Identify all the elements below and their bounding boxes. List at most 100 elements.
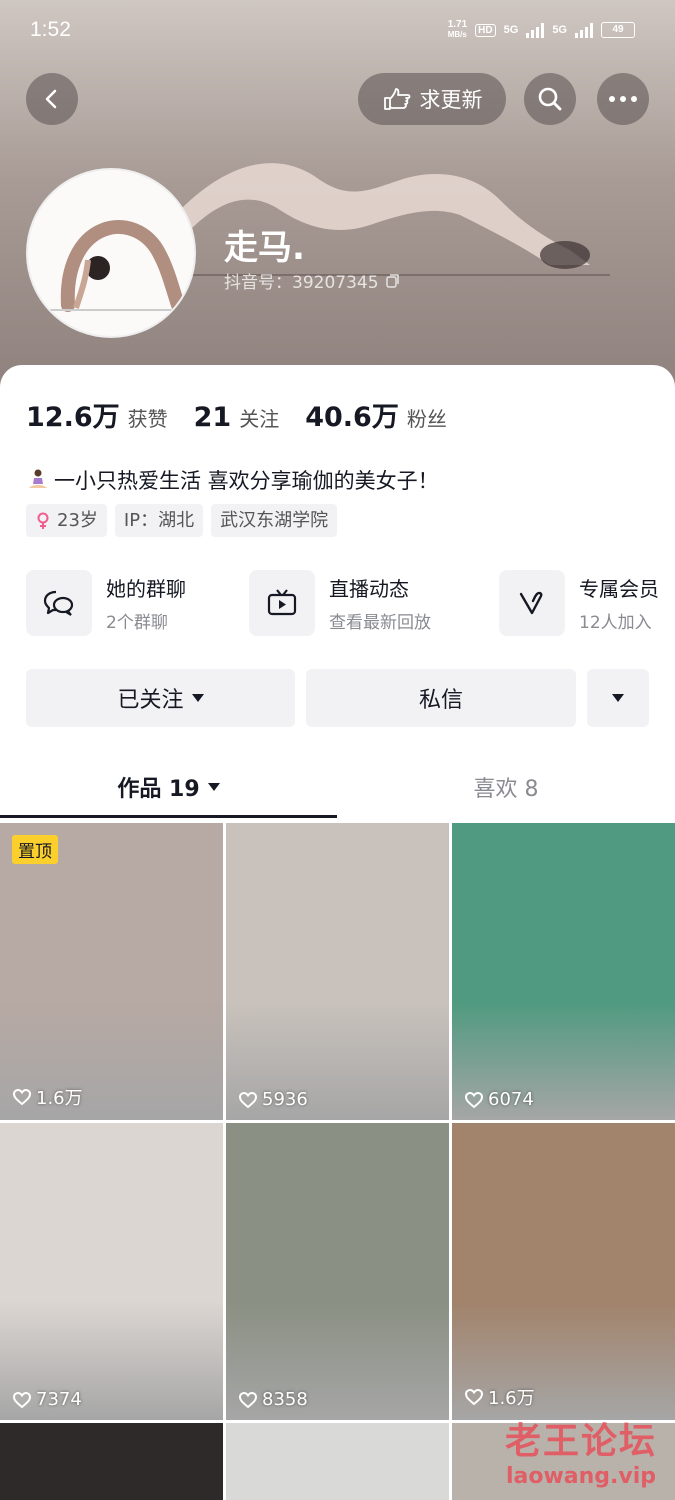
feature-icon-box <box>26 570 92 636</box>
stat-label: 粉丝 <box>406 407 447 431</box>
feature-subtitle: 2个群聊 <box>106 613 168 633</box>
douyin-id[interactable]: 抖音号：39207345 <box>224 268 401 293</box>
video-thumbnail[interactable]: 7374 <box>0 1123 223 1420</box>
status-icons: 1.71 MB/s HD 5G 5G 49 <box>448 20 635 40</box>
message-button[interactable]: 私信 <box>306 669 576 727</box>
network-type-1: 5G <box>503 24 519 36</box>
more-button[interactable] <box>597 73 649 125</box>
video-thumbnail[interactable] <box>0 1423 223 1500</box>
tab-works-label: 作品 19 <box>117 777 200 802</box>
hd-icon: HD <box>475 23 496 37</box>
female-icon <box>37 512 49 529</box>
profile-tags: 23岁 IP：湖北 武汉东湖学院 <box>26 504 338 537</box>
network-speed-value: 1.71 <box>447 19 468 30</box>
video-likes: 8358 <box>238 1389 308 1410</box>
tv-play-icon <box>267 589 297 616</box>
douyin-id-text: 抖音号：39207345 <box>224 273 379 293</box>
caret-down-icon <box>191 694 204 702</box>
stat-number: 21 <box>193 402 232 433</box>
feature-row: 她的群聊 2个群聊 直播动态 查看最新回放 专属会员 12人加入 <box>26 570 675 640</box>
profile-header: 1:52 1.71 MB/s HD 5G 5G 49 求更新 走马. 抖音号：3… <box>0 0 675 400</box>
stat-number: 40.6万 <box>305 402 399 433</box>
request-update-button[interactable]: 求更新 <box>358 73 506 125</box>
copy-icon[interactable] <box>385 273 401 289</box>
more-dots-icon <box>609 96 637 102</box>
likes-count: 6074 <box>488 1089 534 1110</box>
likes-count: 1.6万 <box>488 1388 535 1409</box>
search-button[interactable] <box>524 73 576 125</box>
group-chat-entry[interactable]: 她的群聊 2个群聊 <box>26 570 186 636</box>
heart-icon <box>464 1388 484 1406</box>
heart-icon <box>12 1391 32 1408</box>
bio: 一小只热爱生活 喜欢分享瑜伽的美女子！ <box>26 465 439 495</box>
more-actions-button[interactable] <box>587 669 649 727</box>
video-likes: 7374 <box>12 1389 82 1410</box>
feature-title: 专属会员 <box>579 577 659 601</box>
likes-count: 8358 <box>262 1389 308 1410</box>
likes-count: 5936 <box>262 1089 308 1110</box>
stat-likes[interactable]: 12.6万 获赞 <box>26 395 168 434</box>
tab-indicator <box>0 815 337 818</box>
video-likes: 1.6万 <box>464 1384 535 1410</box>
feature-subtitle: 查看最新回放 <box>329 613 431 633</box>
back-button[interactable] <box>26 73 78 125</box>
watermark-url: laowang.vip <box>505 1464 657 1489</box>
video-thumbnail[interactable]: 置顶 1.6万 <box>0 823 223 1120</box>
likes-count: 1.6万 <box>36 1088 83 1109</box>
heart-icon <box>464 1091 484 1108</box>
message-label: 私信 <box>418 688 463 713</box>
heart-icon <box>238 1391 258 1408</box>
feature-icon-box <box>249 570 315 636</box>
tab-likes-label: 喜欢 8 <box>473 777 539 802</box>
bio-text: 一小只热爱生活 喜欢分享瑜伽的美女子！ <box>54 469 439 493</box>
video-likes: 5936 <box>238 1089 308 1110</box>
feature-text: 直播动态 查看最新回放 <box>329 573 431 633</box>
network-type-2: 5G <box>552 24 567 36</box>
video-thumbnail[interactable]: 6074 <box>452 823 675 1120</box>
feature-text: 她的群聊 2个群聊 <box>106 573 186 633</box>
video-thumbnail[interactable] <box>226 1423 449 1500</box>
search-icon <box>538 87 562 111</box>
status-time: 1:52 <box>30 18 71 41</box>
following-button[interactable]: 已关注 <box>26 669 295 727</box>
feature-icon-box <box>499 570 565 636</box>
content-tabs: 作品 19 喜欢 8 <box>0 755 675 819</box>
network-speed-unit: MB/s <box>447 30 467 39</box>
tab-works[interactable]: 作品 19 <box>0 755 337 819</box>
video-thumbnail[interactable]: 8358 <box>226 1123 449 1420</box>
heart-icon <box>12 1088 32 1106</box>
avatar[interactable] <box>26 168 196 338</box>
school-tag[interactable]: 武汉东湖学院 <box>211 504 338 537</box>
membership-entry[interactable]: 专属会员 12人加入 <box>499 570 659 636</box>
stat-following[interactable]: 21 关注 <box>194 402 280 433</box>
chevron-left-icon <box>45 89 57 109</box>
network-speed: 1.71 MB/s <box>448 20 467 40</box>
heart-icon <box>238 1091 258 1108</box>
likes-count: 7374 <box>36 1389 82 1410</box>
signal-icon <box>526 22 545 38</box>
stat-label: 关注 <box>239 407 280 431</box>
tab-likes[interactable]: 喜欢 8 <box>337 755 675 819</box>
caret-down-icon <box>207 783 220 791</box>
chat-bubbles-icon <box>43 590 74 616</box>
age-text: 23岁 <box>57 510 98 531</box>
status-bar: 1:52 1.71 MB/s HD 5G 5G 49 <box>0 0 675 62</box>
video-thumbnail[interactable]: 5936 <box>226 823 449 1120</box>
watermark-title: 老王论坛 <box>504 1421 657 1462</box>
stat-label: 获赞 <box>127 407 168 431</box>
meditation-emoji-icon <box>29 469 47 488</box>
feature-text: 专属会员 12人加入 <box>579 573 659 633</box>
age-tag: 23岁 <box>26 504 107 537</box>
battery-icon: 49 <box>601 22 635 38</box>
action-buttons: 已关注 私信 <box>26 669 649 727</box>
live-updates-entry[interactable]: 直播动态 查看最新回放 <box>249 570 431 636</box>
profile-card: 12.6万 获赞 21 关注 40.6万 粉丝 一小只热爱生活 喜欢分享瑜伽的美… <box>0 365 675 1500</box>
video-likes: 1.6万 <box>12 1084 83 1110</box>
pinned-badge: 置顶 <box>12 835 58 864</box>
watermark: 老王论坛 laowang.vip <box>505 1412 657 1489</box>
video-thumbnail[interactable]: 1.6万 <box>452 1123 675 1420</box>
stat-followers[interactable]: 40.6万 粉丝 <box>305 395 447 434</box>
following-label: 已关注 <box>117 688 184 713</box>
feature-subtitle: 12人加入 <box>579 613 652 633</box>
caret-down-icon <box>612 694 624 702</box>
